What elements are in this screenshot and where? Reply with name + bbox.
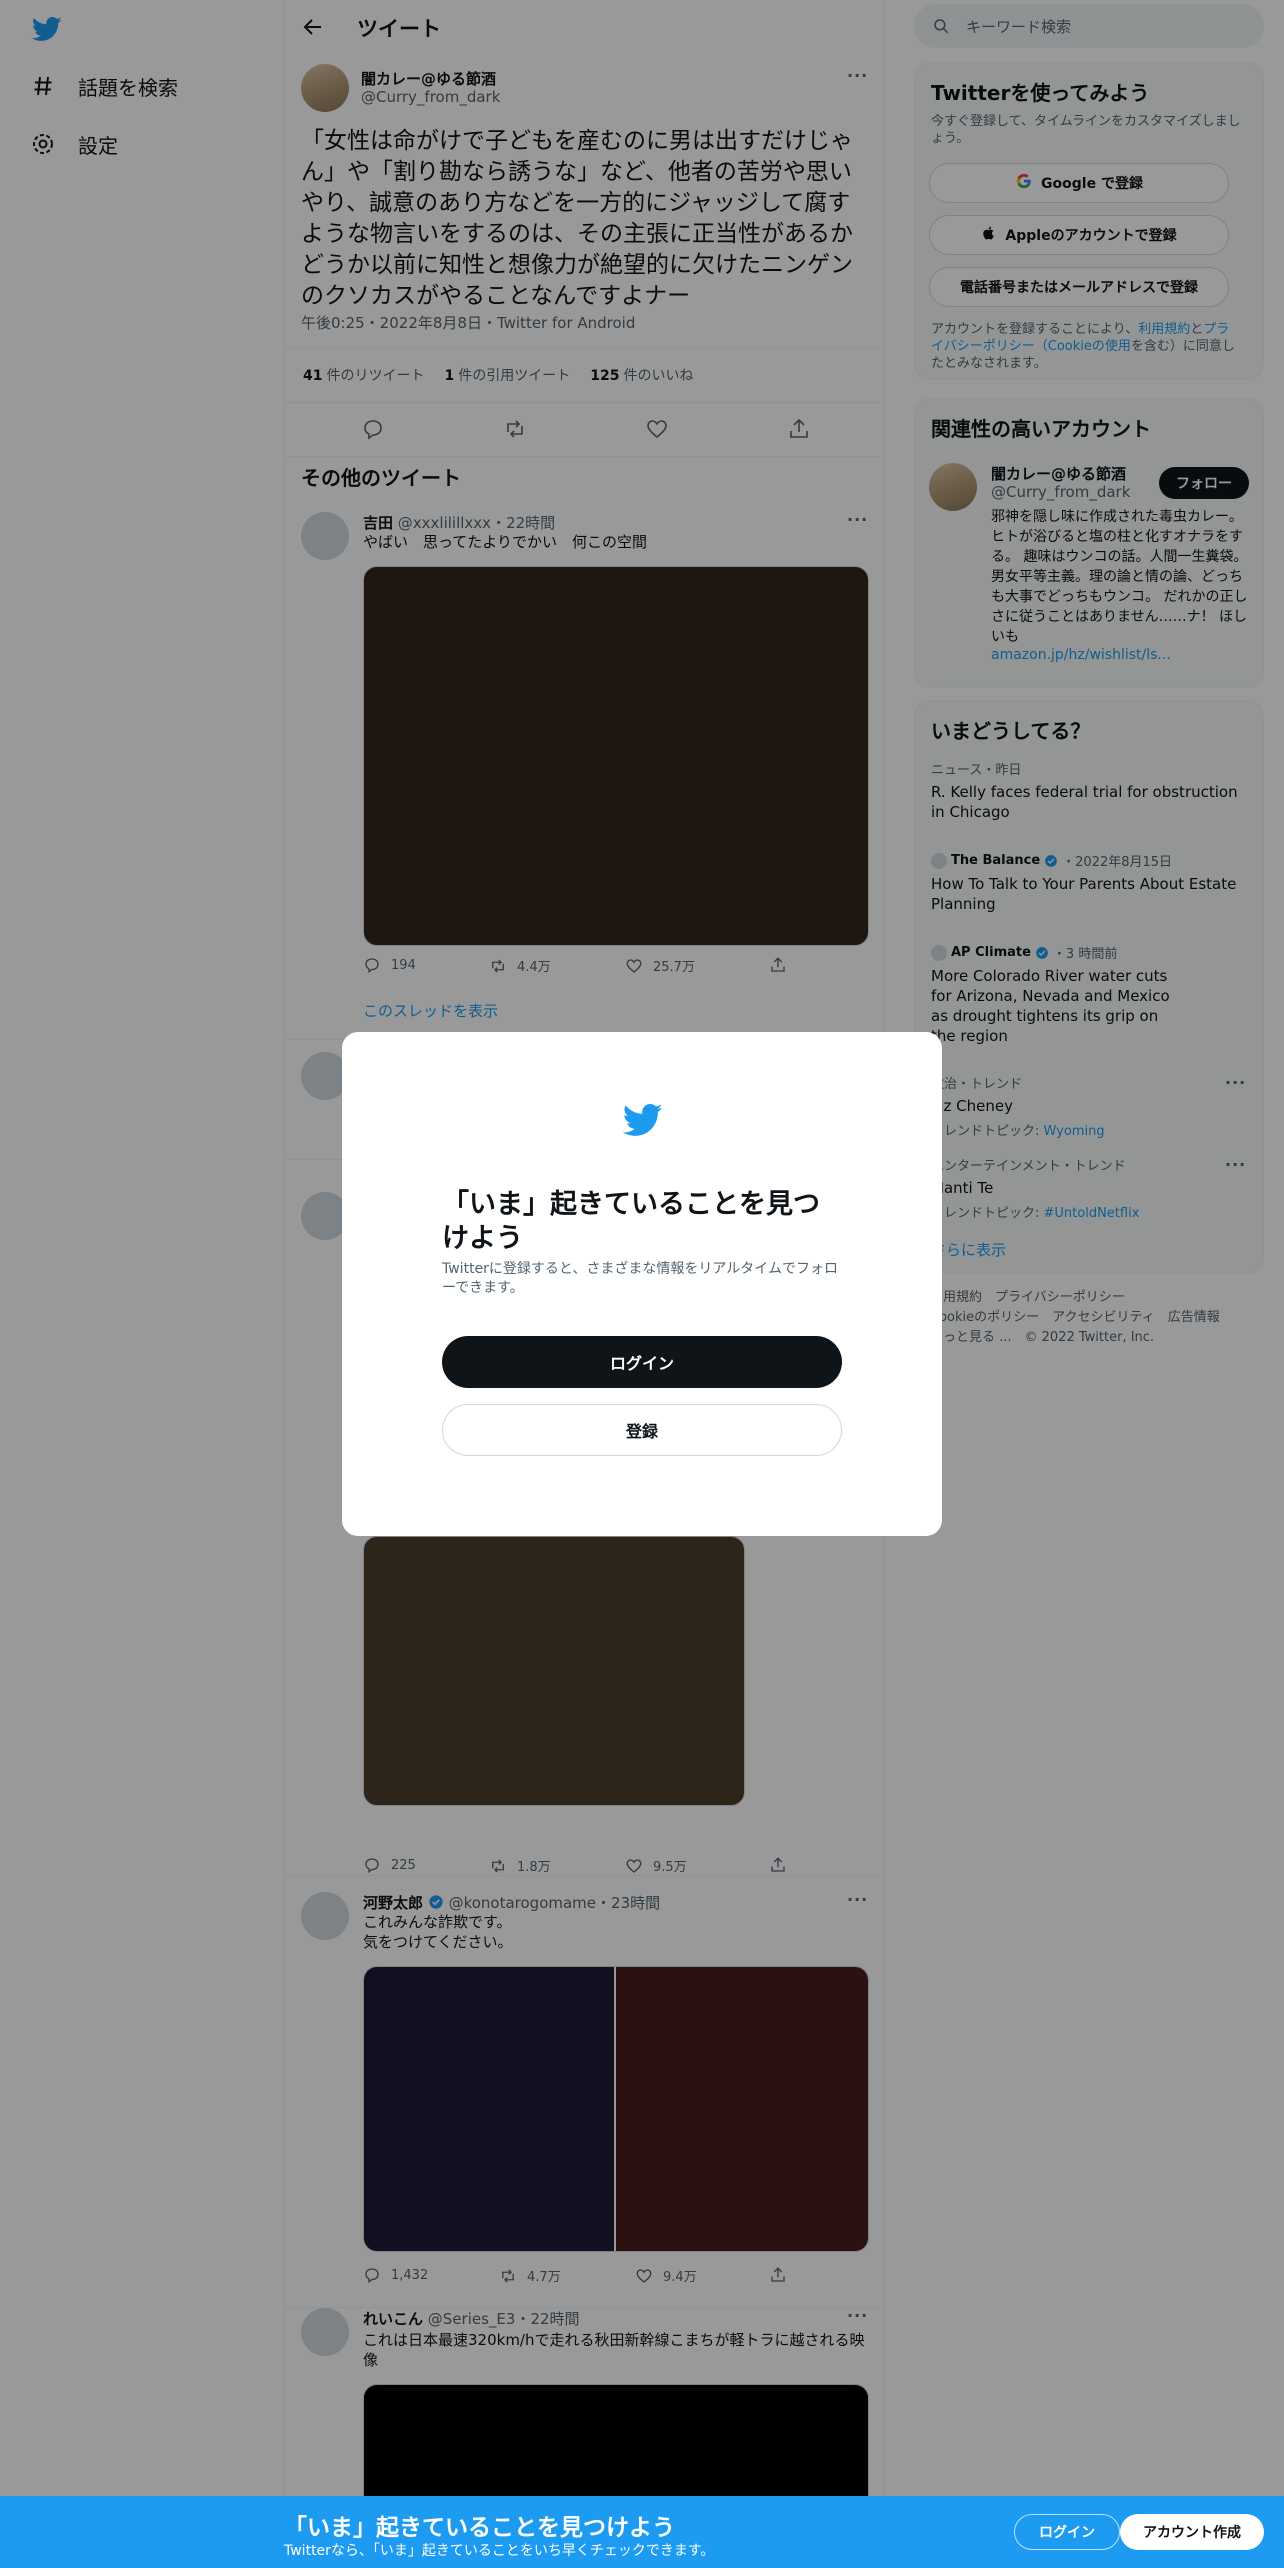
login-button[interactable]: ログイン xyxy=(442,1336,842,1388)
bottom-bar-title: 「いま」起きていることを見つけよう xyxy=(284,2515,675,2541)
bottom-signup-bar: 「いま」起きていることを見つけよう Twitterなら、「いま」起きていることを… xyxy=(0,2496,1284,2568)
modal-subtitle: Twitterに登録すると、さまざまな情報をリアルタイムでフォローできます。 xyxy=(442,1261,838,1296)
bottom-login-button[interactable]: ログイン xyxy=(1014,2514,1120,2550)
signup-modal: 「いま」起きていることを見つけよう Twitterに登録すると、さまざまな情報を… xyxy=(342,1032,942,1536)
twitter-logo-icon xyxy=(622,1104,663,1136)
bottom-bar-subtitle: Twitterなら、「いま」起きていることをいち早くチェックできます。 xyxy=(284,2543,715,2559)
bottom-signup-button[interactable]: アカウント作成 xyxy=(1120,2514,1264,2550)
signup-button[interactable]: 登録 xyxy=(442,1404,842,1456)
modal-title: 「いま」起きていることを見つけよう xyxy=(442,1189,820,1254)
